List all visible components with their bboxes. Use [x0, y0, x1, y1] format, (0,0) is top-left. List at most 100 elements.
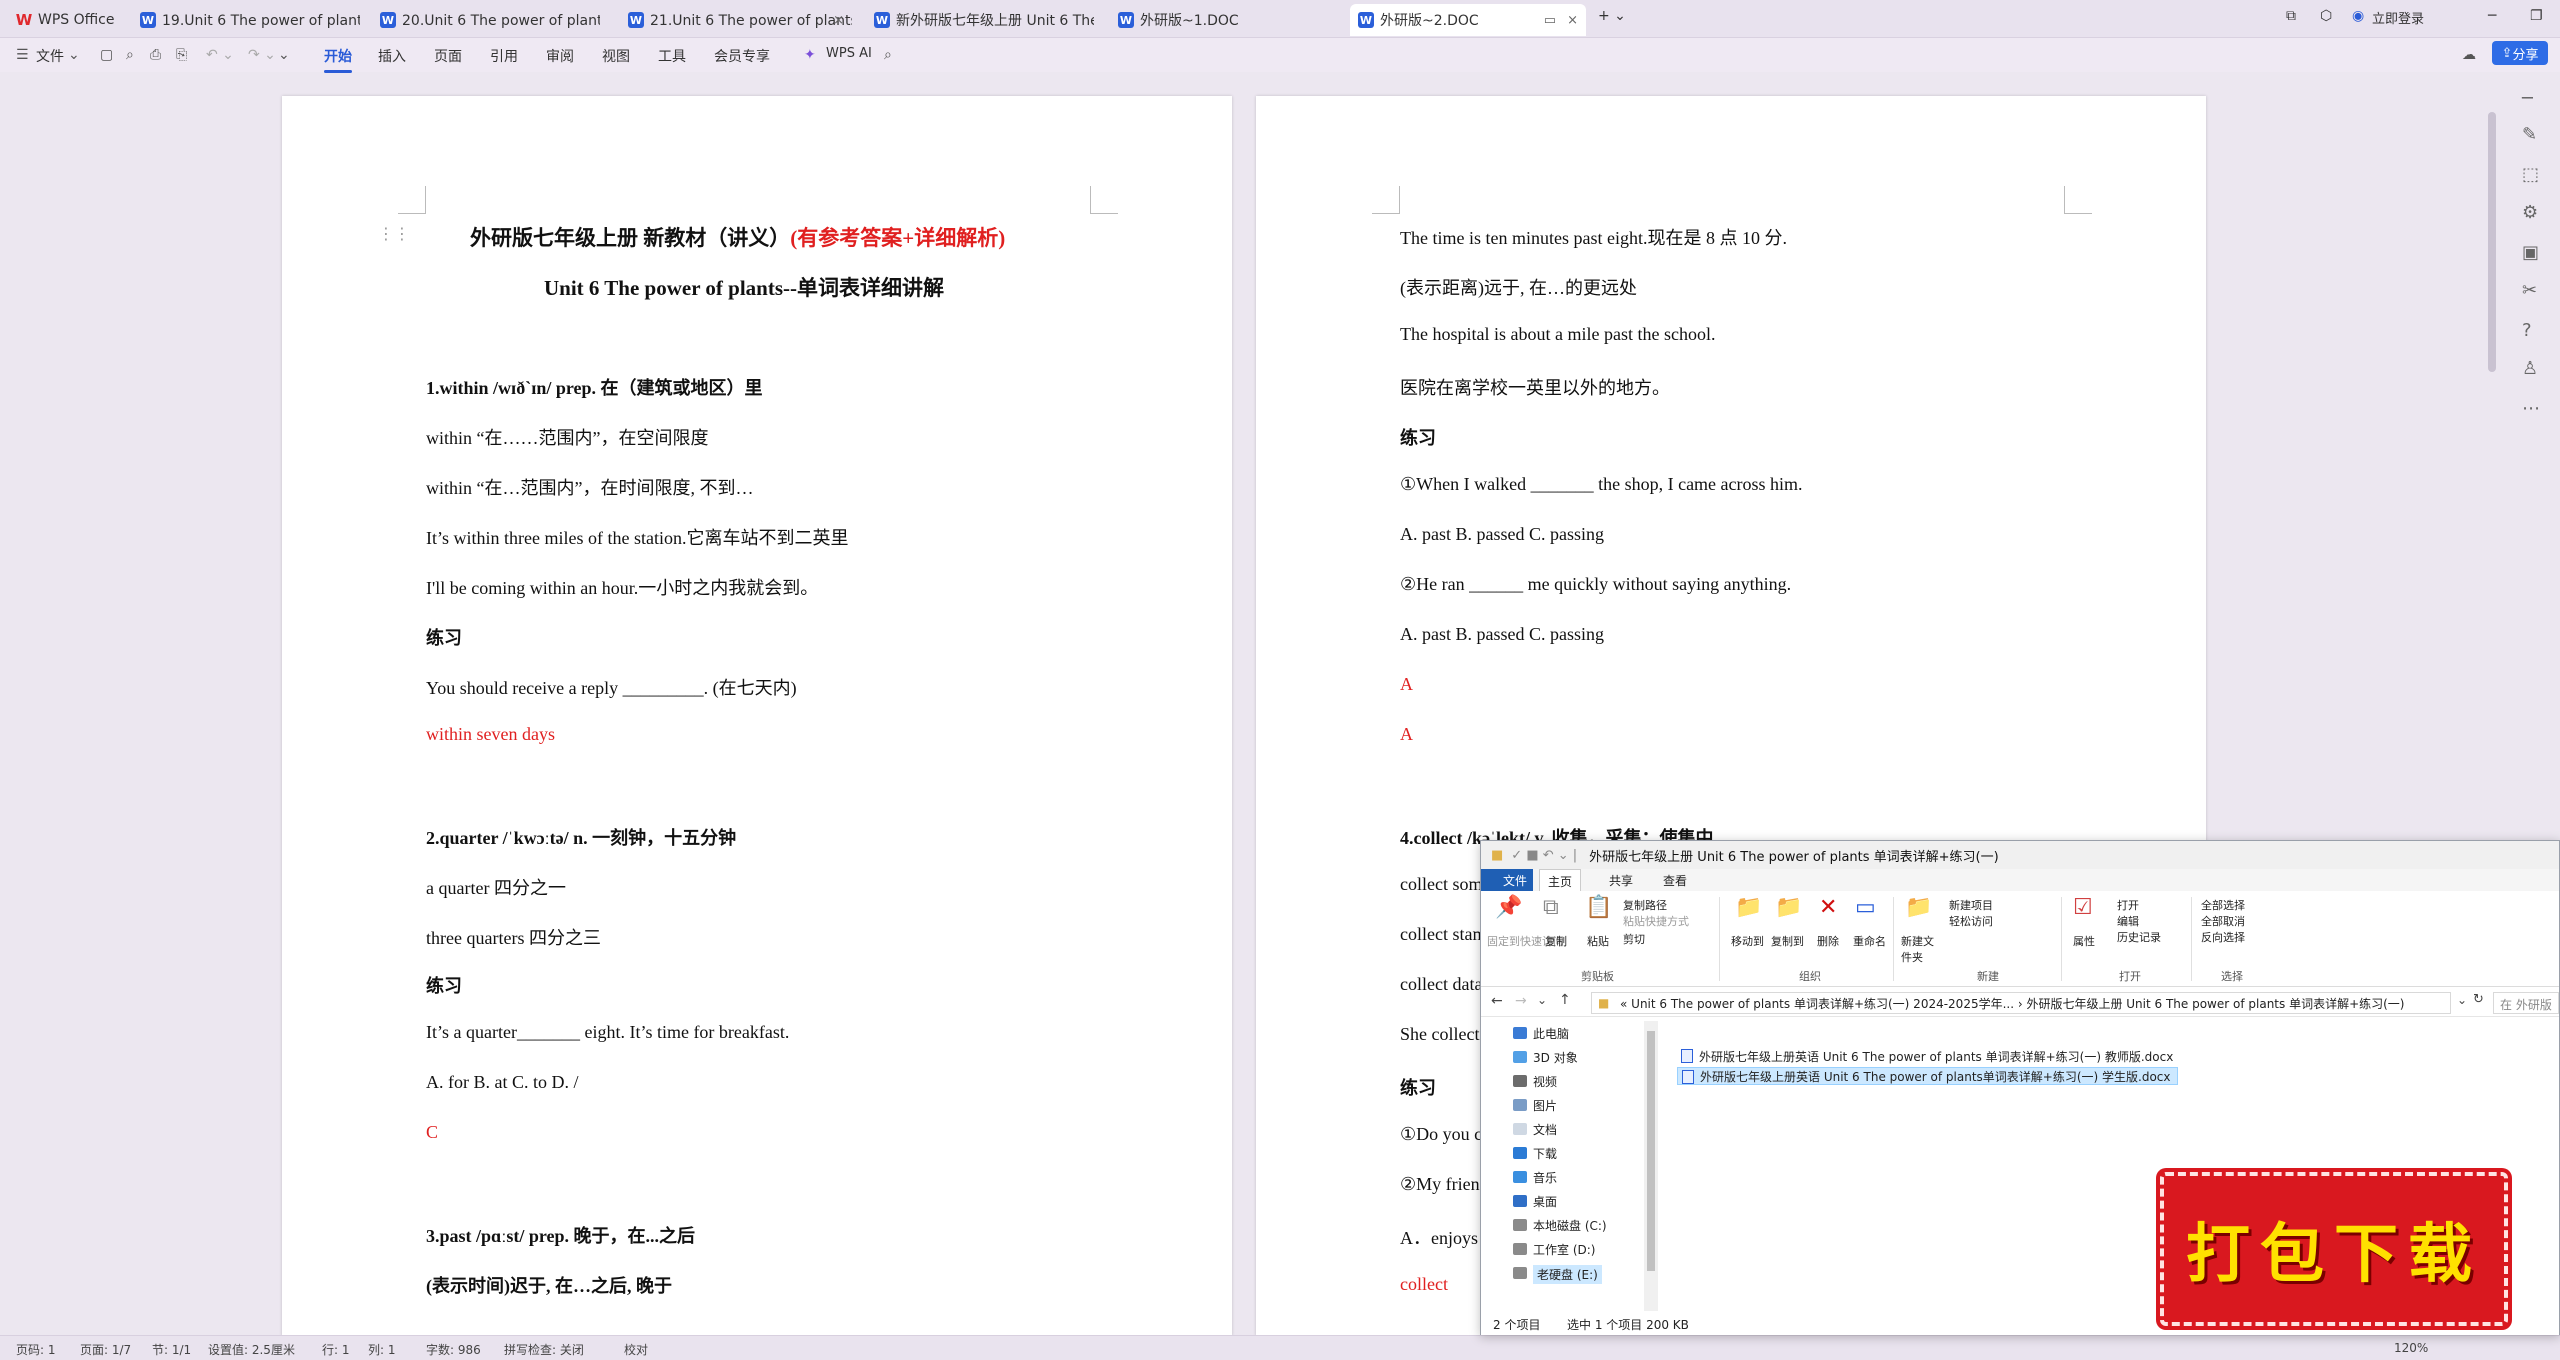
image-icon[interactable]: ▣ [2522, 242, 2539, 263]
address-dropdown-icon[interactable]: ⌄ [2457, 993, 2467, 1007]
paste-shortcut-button[interactable]: 粘贴快捷方式 [1623, 913, 1689, 929]
redo-icon[interactable]: ↷ ⌄ [248, 47, 276, 63]
menu-reference[interactable]: 引用 [490, 46, 518, 66]
select-none-button[interactable]: 全部取消 [2201, 913, 2245, 929]
status-setting[interactable]: 设置值: 2.5厘米 [208, 1341, 295, 1358]
nav-downloads[interactable]: 下载 [1533, 1145, 1557, 1162]
maximize-icon[interactable]: ❐ [2530, 8, 2543, 24]
cloud-sync-icon[interactable]: ☁ [2462, 47, 2476, 63]
print-icon[interactable]: ⎙ [150, 47, 161, 63]
shirt-icon[interactable]: ♙ [2522, 358, 2538, 379]
copy-path-button[interactable]: 复制路径 [1623, 897, 1667, 913]
close-icon[interactable]: × [833, 13, 844, 28]
tab-doc-21[interactable]: W 21.Unit 6 The power of plants章 × [620, 4, 852, 36]
nav-documents[interactable]: 文档 [1533, 1121, 1557, 1138]
tab-doc-2-active[interactable]: W 外研版~2.DOC ▭ × [1350, 4, 1586, 36]
cut-button[interactable]: 剪切 [1623, 931, 1645, 947]
history-button[interactable]: 历史记录 [2117, 929, 2161, 945]
copy-to-button[interactable]: 复制到 [1771, 933, 1804, 949]
rename-button[interactable]: 重命名 [1853, 933, 1886, 949]
menu-tools[interactable]: 工具 [658, 46, 686, 66]
explorer-search-input[interactable]: 在 外研版 [2493, 992, 2559, 1014]
explorer-tab-file[interactable]: 文件 [1481, 869, 1533, 891]
quick-access-toolbar-icon[interactable]: ✓ ■ ↶ ⌄ | [1511, 848, 1577, 863]
drag-handle-icon[interactable]: ⋮⋮ [378, 224, 410, 243]
close-icon[interactable]: × [1567, 13, 1578, 28]
status-col[interactable]: 列: 1 [368, 1341, 396, 1358]
status-row[interactable]: 行: 1 [322, 1341, 350, 1358]
select-icon[interactable]: ⬚ [2522, 164, 2539, 185]
edit-button[interactable]: 编辑 [2117, 913, 2139, 929]
search-icon[interactable]: ⌕ [884, 47, 892, 63]
tab-doc-new[interactable]: W新外研版七年级上册 Unit 6 The pow [866, 4, 1094, 36]
tab-doc-19[interactable]: W19.Unit 6 The power of plants速记 [132, 4, 360, 36]
document-scrollbar[interactable] [2488, 112, 2496, 372]
paste-button[interactable]: 粘贴 [1587, 933, 1609, 949]
new-folder-button[interactable]: 新建文件夹 [1901, 933, 1941, 965]
tab-doc-20[interactable]: W20.Unit 6 The power of plants单元 [372, 4, 600, 36]
history-dropdown-icon[interactable]: ⌄ [1537, 993, 1547, 1007]
status-words[interactable]: 字数: 986 [426, 1341, 481, 1358]
monitor-icon[interactable]: ▭ [1544, 13, 1556, 28]
tab-wps-office[interactable]: W WPS Office [8, 4, 128, 36]
more-chevron-icon[interactable]: ⌄ [278, 47, 290, 63]
window-mode-icon[interactable]: ⧉ [2286, 8, 2296, 24]
explorer-tab-home[interactable]: 主页 [1539, 869, 1582, 891]
status-page-no[interactable]: 页码: 1 [16, 1341, 56, 1358]
menu-view[interactable]: 视图 [602, 46, 630, 66]
nav-desktop[interactable]: 桌面 [1533, 1193, 1557, 1210]
status-spell[interactable]: 拼写检查: 关闭 [504, 1341, 584, 1358]
status-pages[interactable]: 页面: 1/7 [80, 1341, 131, 1358]
file-item-student[interactable]: 外研版七年级上册英语 Unit 6 The power of plants单词表… [1677, 1067, 2178, 1085]
nav-3d-objects[interactable]: 3D 对象 [1533, 1049, 1578, 1066]
nav-pictures[interactable]: 图片 [1533, 1097, 1557, 1114]
back-icon[interactable]: ← [1491, 993, 1503, 1009]
nav-videos[interactable]: 视频 [1533, 1073, 1557, 1090]
download-badge[interactable]: 打包下载 [2160, 1172, 2508, 1326]
menu-review[interactable]: 审阅 [546, 46, 574, 66]
chevron-down-icon[interactable]: ⌄ [68, 47, 80, 63]
status-proof[interactable]: 校对 [624, 1341, 648, 1358]
properties-button[interactable]: 属性 [2073, 933, 2095, 949]
more-icon[interactable]: ⋯ [2522, 398, 2540, 419]
nav-drive-e[interactable]: 老硬盘 (E:) [1533, 1265, 1602, 1284]
pen-icon[interactable]: ✎ [2522, 124, 2537, 145]
minimize-icon[interactable]: ─ [2488, 8, 2496, 24]
open-button[interactable]: 打开 [2117, 897, 2139, 913]
find-icon[interactable]: ⌕ [126, 47, 134, 63]
save-icon[interactable]: ▢ [100, 47, 113, 63]
menu-home[interactable]: 开始 [324, 46, 352, 73]
nav-music[interactable]: 音乐 [1533, 1169, 1557, 1186]
hamburger-icon[interactable]: ☰ [16, 47, 29, 63]
file-menu[interactable]: 文件 [36, 46, 64, 66]
new-item-button[interactable]: 新建项目 [1949, 897, 1993, 913]
nav-this-pc[interactable]: 此电脑 [1533, 1025, 1569, 1042]
forward-icon[interactable]: → [1515, 993, 1527, 1009]
refresh-icon[interactable]: ↻ [2473, 992, 2484, 1007]
print-preview-icon[interactable]: ⎘ [176, 47, 187, 63]
tools-icon[interactable]: ✂ [2522, 280, 2537, 301]
help-icon[interactable]: ? [2522, 320, 2532, 341]
cube-icon[interactable]: ⬡ [2320, 8, 2332, 24]
adjust-icon[interactable]: ⚙ [2522, 202, 2538, 223]
move-to-button[interactable]: 移动到 [1731, 933, 1764, 949]
new-tab-icon[interactable]: + ⌄ [1598, 8, 1626, 24]
share-button[interactable]: ⇪ 分享 [2492, 41, 2548, 65]
wps-ai-button[interactable]: WPS AI [826, 46, 872, 61]
copy-button[interactable]: 复制 [1545, 933, 1567, 949]
menu-page[interactable]: 页面 [434, 46, 462, 66]
select-all-button[interactable]: 全部选择 [2201, 897, 2245, 913]
nav-scrollbar-thumb[interactable] [1647, 1031, 1655, 1271]
status-section[interactable]: 节: 1/1 [152, 1341, 191, 1358]
collapse-icon[interactable]: ─ [2522, 88, 2533, 109]
undo-icon[interactable]: ↶ ⌄ [206, 47, 234, 63]
easy-access-button[interactable]: 轻松访问 [1949, 913, 1993, 929]
explorer-tab-view[interactable]: 查看 [1663, 872, 1687, 889]
zoom-level[interactable]: 120% [2394, 1341, 2428, 1355]
login-link[interactable]: 立即登录 [2372, 8, 2424, 27]
file-item-teacher[interactable]: 外研版七年级上册英语 Unit 6 The power of plants 单词… [1677, 1047, 2179, 1065]
explorer-tab-share[interactable]: 共享 [1609, 872, 1633, 889]
invert-selection-button[interactable]: 反向选择 [2201, 929, 2245, 945]
menu-insert[interactable]: 插入 [378, 46, 406, 66]
up-icon[interactable]: ↑ [1559, 992, 1571, 1008]
